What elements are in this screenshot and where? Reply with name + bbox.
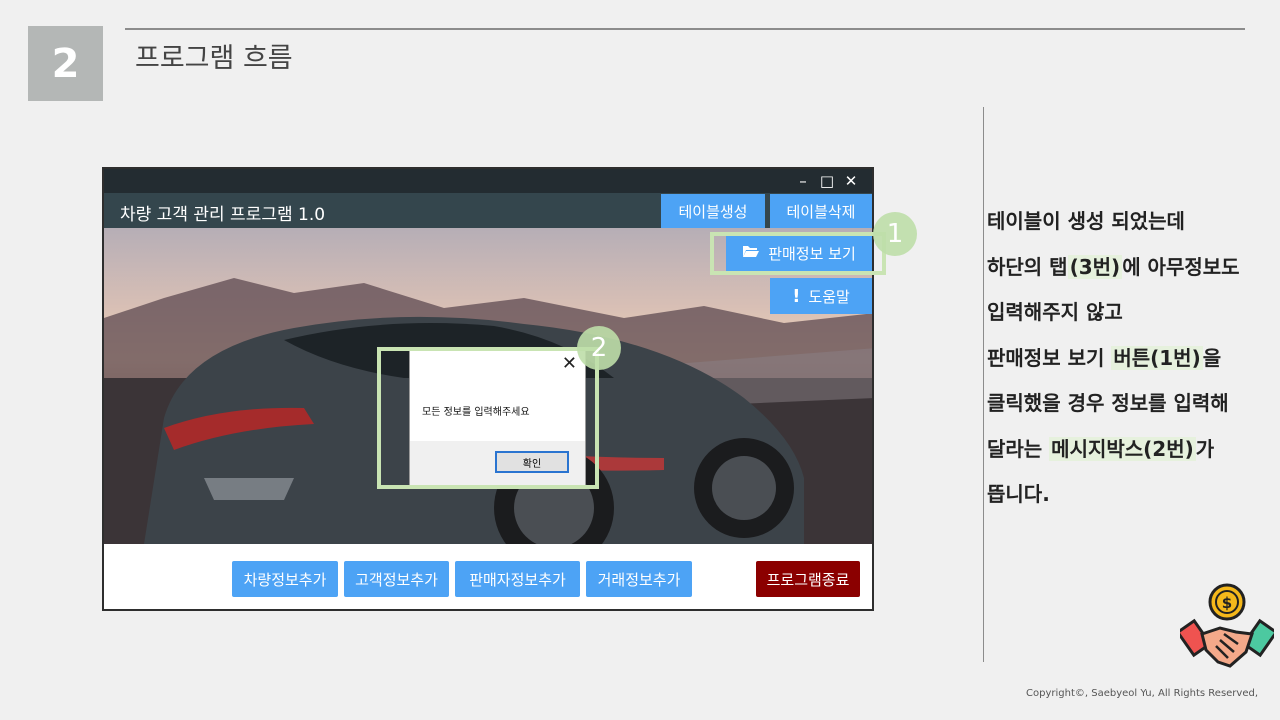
create-table-button[interactable]: 테이블생성: [661, 194, 765, 228]
add-transaction-button[interactable]: 거래정보추가: [586, 561, 692, 597]
add-customer-button[interactable]: 고객정보추가: [344, 561, 449, 597]
top-divider: [125, 28, 1245, 30]
description-part: 달라는: [987, 436, 1050, 461]
description-line: 달라는 메시지박스(2번) 가: [987, 428, 1279, 474]
description-line: 클릭했을 경우 정보를 입력해: [987, 391, 1229, 415]
app-footer: 차량정보추가 고객정보추가 판매자정보추가 거래정보추가 프로그램종료: [104, 544, 872, 609]
help-label: 도움말: [808, 287, 850, 306]
exit-program-button[interactable]: 프로그램종료: [756, 561, 860, 597]
handshake-dollar-icon: $: [1180, 583, 1274, 668]
vertical-divider: [983, 107, 984, 662]
description-part: 에 아무정보도: [1122, 254, 1240, 279]
window-titlebar: – □ ✕: [104, 169, 872, 193]
step-marker-2: 2: [577, 326, 621, 370]
step-marker-1: 1: [873, 212, 917, 256]
add-seller-button[interactable]: 판매자정보추가: [455, 561, 580, 597]
description-line: 테이블이 생성 되었는데: [987, 209, 1185, 233]
description-part: 가: [1195, 436, 1215, 461]
highlight-text: (3번): [1067, 254, 1123, 279]
copyright-text: Copyright©, Saebyeol Yu, All Rights Rese…: [1026, 688, 1259, 699]
description-text: 테이블이 생성 되었는데 하단의 탭 (3번) 에 아무정보도 입력해주지 않고 판…: [987, 200, 1279, 519]
maximize-button[interactable]: □: [816, 170, 838, 192]
description-part: 판매정보 보기: [987, 345, 1112, 370]
help-button[interactable]: ! 도움말: [770, 278, 872, 314]
app-title: 차량 고객 관리 프로그램 1.0: [120, 205, 326, 225]
highlight-box-2: [377, 347, 599, 489]
highlight-text: 메시지박스(2번): [1049, 436, 1196, 461]
slide-number: 2: [28, 26, 103, 101]
description-line: 판매정보 보기 버튼(1번) 을: [987, 337, 1279, 383]
svg-text:$: $: [1222, 594, 1232, 612]
app-header: 차량 고객 관리 프로그램 1.0 테이블생성 테이블삭제: [104, 193, 872, 228]
description-line: 입력해주지 않고: [987, 300, 1123, 324]
description-line: 하단의 탭 (3번) 에 아무정보도: [987, 246, 1279, 292]
description-part: 을: [1202, 345, 1222, 370]
slide-title: 프로그램 흐름: [135, 43, 293, 74]
highlight-box-1: [710, 232, 886, 275]
delete-table-button[interactable]: 테이블삭제: [770, 194, 872, 228]
description-part: 하단의 탭: [987, 254, 1068, 279]
add-vehicle-button[interactable]: 차량정보추가: [232, 561, 338, 597]
description-line: 뜹니다.: [987, 482, 1050, 506]
highlight-text: 버튼(1번): [1111, 345, 1203, 370]
exclamation-icon: !: [792, 285, 801, 307]
close-window-button[interactable]: ✕: [840, 170, 862, 192]
minimize-button[interactable]: –: [792, 170, 814, 192]
